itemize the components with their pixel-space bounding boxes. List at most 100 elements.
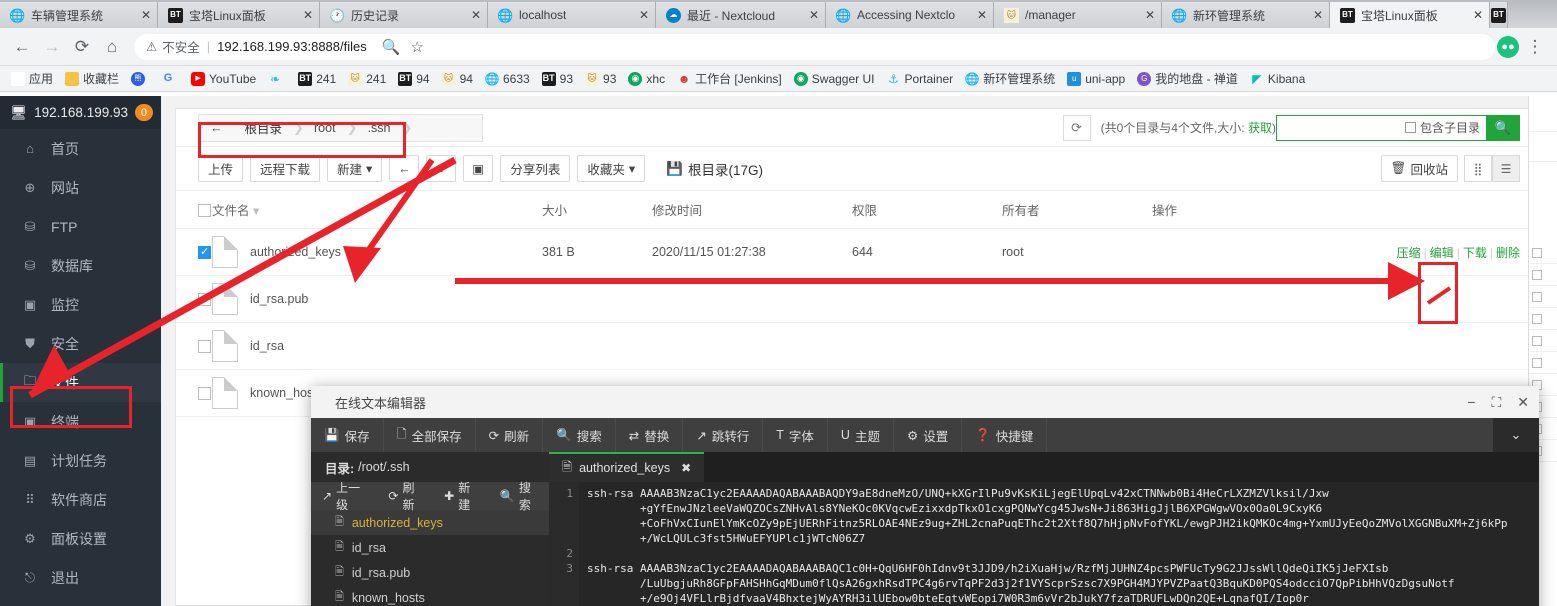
sidebar-item-logout[interactable]: ⎋ 退出 [0,558,161,597]
recycle-bin-button[interactable]: 🗑 回收站 [1380,155,1458,182]
forward-button[interactable]: → [38,33,66,61]
file-perm[interactable] [852,322,1002,370]
sidebar-item-ftp[interactable]: ⛁ FTP [0,207,161,246]
col-filename[interactable]: 文件名 ▾ [212,191,542,229]
reload-button[interactable]: ⟳ [68,33,96,61]
bookmark-tomcat-241[interactable]: 🐱 241 [342,70,392,88]
text-editor-dialog[interactable]: 在线文本编辑器 − ⛶ ✕ 💾 保存 🗋 全部保存 ⟳ 刷新 🔍 搜索 ⇄ 替换… [311,386,1539,606]
browser-tab-3[interactable]: 🌐 localhost ✕ [488,2,656,28]
refresh-button[interactable]: ⟳ [426,155,457,182]
back-button[interactable]: ← [8,33,36,61]
browser-tab-2[interactable]: 🕐 历史记录 ✕ [320,2,488,28]
search-icon[interactable]: 🔍 [382,38,401,56]
tab-close-button[interactable]: ✕ [1135,8,1155,22]
bookmark-xhc[interactable]: ◉ xhc [622,70,671,88]
editor-open-tab[interactable]: 🗎 authorized_keys ✖ [549,452,705,482]
editor-goto-line-button[interactable]: ↗ 跳转行 [683,418,764,452]
col-mtime[interactable]: 修改时间 [652,191,852,229]
file-owner[interactable] [1002,322,1152,370]
bookmark-bt-94[interactable]: BT 94 [392,70,435,88]
breadcrumb-item-root[interactable]: 根目录 [234,115,294,141]
table-row[interactable]: id_rsa.pub [176,275,1542,323]
file-perm[interactable]: 644 [852,228,1002,276]
bookmark-kibana[interactable]: ◤ Kibana [1244,70,1311,88]
sidebar-item-database[interactable]: ⛁ 数据库 [0,246,161,285]
col-owner[interactable]: 所有者 [1002,191,1152,229]
editor-save-all-button[interactable]: 🗋 全部保存 [384,418,476,452]
tab-close-button[interactable]: ✕ [461,8,481,22]
bookmark-youtube[interactable]: ▶ YouTube [185,70,262,88]
browser-tab-8-active[interactable]: BT 宝塔Linux面板 ✕ [1330,2,1490,28]
sidebar-item-files[interactable]: 🗀 文件 [0,363,161,402]
breadcrumb-back[interactable]: ← [199,115,234,141]
editor-file-item-authorized-keys[interactable]: 🗎 authorized_keys [311,510,549,535]
bookmark-star-icon[interactable]: ☆ [410,38,423,56]
upload-button[interactable]: 上传 [198,155,244,182]
home-button[interactable]: ⌂ [98,33,126,61]
delete-action[interactable]: 删除 [1496,246,1520,260]
share-list-button[interactable]: 分享列表 [500,155,571,182]
code-content[interactable]: ssh-rsa AAAAB3NzaC1yc2EAAAADAQABAAABAQDY… [579,482,1539,606]
bookmark-apps[interactable]: ⠿ 应用 [5,68,59,89]
file-owner[interactable] [1002,275,1152,323]
edit-action[interactable]: 编辑 [1430,246,1454,260]
row-select-cell[interactable] [176,228,212,276]
remote-download-button[interactable]: 远程下载 [250,155,321,182]
grid-view-icon[interactable]: ⣿ [1464,155,1492,182]
breadcrumb-item-1[interactable]: root [303,115,347,141]
editor-file-item-id-rsa-pub[interactable]: 🗎 id_rsa.pub [311,560,549,585]
sidebar-item-appstore[interactable]: ⠿ 软件商店 [0,480,161,519]
bookmark-xinhuan[interactable]: 🌐 新环管理系统 [959,68,1061,89]
row-checkbox[interactable] [198,387,211,401]
editor-replace-button[interactable]: ⇄ 替换 [616,418,684,452]
editor-settings-button[interactable]: ⚙ 设置 [894,418,963,452]
menu-kebab-icon[interactable]: ⋮ [1521,33,1549,61]
bookmark-jenkins[interactable]: ☻ 工作台 [Jenkins] [671,68,788,89]
row-name-cell[interactable]: authorized_keys [212,228,542,276]
browser-tab-0[interactable]: 🌐 车辆管理系统 ✕ [0,2,158,28]
code-editor[interactable]: 1 2 3 4 5 ssh-rsa AAAAB3NzaC1 [549,482,1539,606]
editor-file-item-id-rsa[interactable]: 🗎 id_rsa [311,535,549,560]
browser-tab-5[interactable]: 🌐 Accessing Nextclo ✕ [826,2,994,28]
tab-close-button[interactable]: ✕ [799,8,819,22]
compress-action[interactable]: 压缩 [1397,246,1421,260]
table-row[interactable]: id_rsa [176,322,1542,370]
editor-font-button[interactable]: T 字体 [763,418,828,452]
sidebar-item-crontab[interactable]: ▤ 计划任务 [0,441,161,480]
path-refresh-button[interactable]: ⟳ [1062,114,1091,141]
browser-tab-overflow[interactable]: BT [1490,2,1508,28]
close-button[interactable]: ✕ [1517,394,1529,411]
select-all-cell[interactable] [176,191,212,229]
tab-close-button[interactable]: ✕ [1463,8,1483,22]
sidebar-item-monitor[interactable]: ▣ 监控 [0,285,161,324]
download-action[interactable]: 下载 [1463,246,1487,260]
editor-collapse-button[interactable]: ⌄ [1493,418,1539,452]
table-row[interactable]: authorized_keys 381 B 2020/11/15 01:27:3… [176,228,1542,276]
minimize-button[interactable]: − [1467,394,1475,410]
tab-close-button[interactable]: ✕ [131,8,151,22]
bookmark-6633[interactable]: 🌐 6633 [479,70,536,88]
new-button[interactable]: 新建 ▾ [327,155,383,182]
bookmark-tomcat-93[interactable]: 🐱 93 [579,70,622,88]
editor-shortcuts-button[interactable]: ❓ 快捷键 [962,418,1048,452]
editor-save-button[interactable]: 💾 保存 [311,418,384,452]
bookmark-swagger[interactable]: ◉ Swagger UI [788,70,881,88]
row-checkbox[interactable] [198,293,211,307]
bookmark-folder[interactable]: 收藏栏 [59,68,125,89]
browser-tab-7[interactable]: 🌐 新环管理系统 ✕ [1162,2,1330,28]
editor-theme-button[interactable]: U 主题 [828,418,894,452]
dir-size-link[interactable]: 获取 [1248,121,1272,135]
search-button[interactable]: 🔍 [1486,114,1520,141]
back-button[interactable]: ← [389,155,420,182]
tab-close-button[interactable]: ✕ [293,8,313,22]
bookmark-portainer[interactable]: ⚓ Portainer [880,70,959,88]
address-bar[interactable]: ⚠ 不安全 | 192.168.199.93:8888/files 🔍 ☆ [134,33,1495,60]
file-perm[interactable] [852,275,1002,323]
bookmark-bt-93[interactable]: BT 93 [536,70,579,88]
editor-sidebar-refresh-button[interactable]: ⟳ 刷新 [377,479,433,513]
row-name-cell[interactable]: id_rsa.pub [212,275,542,323]
row-select-cell[interactable] [176,275,212,323]
editor-file-item-known-hosts[interactable]: 🗎 known_hosts [311,585,549,606]
col-size[interactable]: 大小 [542,191,652,229]
tab-close-button[interactable]: ✕ [629,8,649,22]
